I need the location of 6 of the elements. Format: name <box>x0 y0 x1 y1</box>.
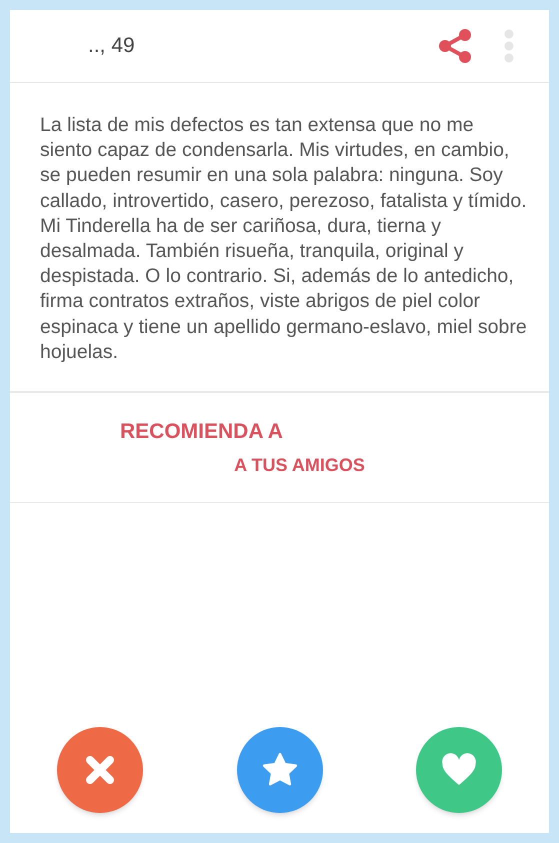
recommend-heading[interactable]: RECOMIENDA A <box>120 416 283 448</box>
bio-text: La lista de mis defectos es tan extensa que no me siento capaz de condensarla. Mis virtudes, en cambio, se pueden resumir en una sola palabra: ninguna. Soy callado, introvertido, casero, perezoso, fatalista y tímido. Mi Tinderella ha de ser cariñosa, dura, tierna y desalmada. También risueña, tranquila, original y despistada. O lo contrario. Si, además de lo antedicho, firma contratos extraños, viste abrigos de piel color espinaca y tiene un apellido germano-eslavo, miel sobre hojuelas. <box>40 113 528 365</box>
profile-name-age: .., 49 <box>88 33 135 60</box>
share-icon[interactable] <box>437 26 473 66</box>
close-icon <box>83 753 117 787</box>
recommend-subheading[interactable]: A TUS AMIGOS <box>234 452 365 479</box>
